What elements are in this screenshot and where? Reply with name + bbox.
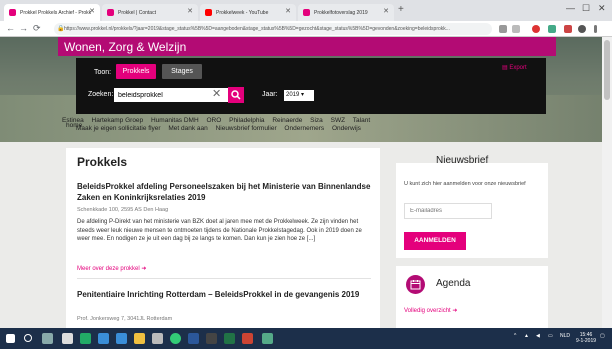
prokkel-favicon-icon [9,9,16,16]
search-label: Zoeken: [88,91,114,98]
star-icon[interactable] [512,25,520,33]
volume-icon[interactable]: ◀ [536,333,540,339]
nav-link[interactable]: Nieuwsbrief formulier [216,125,277,132]
language-indicator[interactable]: NLD [560,333,570,339]
export-icon: ▤ [502,65,508,71]
clock[interactable]: 15:46 9-1-2019 [576,332,596,344]
ie-icon[interactable] [116,333,127,344]
org-link[interactable]: SWZ [331,117,345,124]
tray-arrow-icon[interactable]: ^ [514,333,516,339]
windows-start-icon[interactable] [6,334,15,343]
organisation-links: Estinea Hartekamp Groep Humanitas DMH OR… [62,117,502,133]
calculator-icon[interactable] [62,333,73,344]
read-more-link[interactable]: Meer over deze prokkel ➜ [77,265,146,272]
search-icon [231,90,241,100]
agenda-overview-link[interactable]: Volledig overzicht ➜ [404,307,457,314]
extension-icon[interactable] [548,25,556,33]
post-title[interactable]: BeleidsProkkel afdeling Personeelszaken … [77,181,373,203]
prokkel-favicon-icon [107,9,114,16]
post-body: De afdeling P-Direkt van het ministerie … [77,219,362,242]
divider [77,278,371,279]
toon-label: Toon: [94,69,112,76]
back-icon[interactable]: ← [6,23,15,33]
newsletter-title: Nieuwsbrief [436,155,489,166]
nav-link[interactable]: Ondernemers [284,125,324,132]
org-link[interactable]: Talant [353,117,370,124]
org-link[interactable]: Hartekamp Groep [92,117,144,124]
search-icon[interactable] [24,334,32,342]
app-icon[interactable] [80,333,91,344]
chrome-icon[interactable] [170,333,181,344]
browser-tab[interactable]: Prokkel Prokkels Archief - Prokk ✕ [4,4,100,21]
year-select[interactable]: 2019 ▾ [284,90,314,101]
close-tab-icon[interactable]: ✕ [285,7,291,15]
newsletter-text: U kunt zich hier aanmelden voor onze nie… [404,181,526,187]
nav-link[interactable]: Met dank aan [168,125,207,132]
prokkel-favicon-icon [303,9,310,16]
email-field[interactable] [404,203,492,219]
nav-link[interactable]: Maak je eigen sollicitatie flyer [76,125,161,132]
year-label: Jaar: [262,91,278,98]
app-icon[interactable] [262,333,273,344]
export-link[interactable]: ▤ Export [502,64,527,71]
browser-tab[interactable]: Prokkelweek - YouTube ✕ [200,4,296,21]
notification-icon[interactable]: ▢ [600,333,605,339]
address-bar[interactable]: 🔒 https://www.prokkel.nl/prokkels/?jaar=… [54,23,492,35]
page-title: Prokkels [77,155,128,169]
new-tab-icon[interactable]: + [398,4,404,15]
maximize-icon[interactable]: ☐ [582,3,590,14]
minimize-icon[interactable]: — [566,3,575,13]
search-button[interactable] [228,87,244,103]
excel-icon[interactable] [224,333,235,344]
edge-icon[interactable] [98,333,109,344]
battery-icon[interactable]: ▭ [548,333,553,339]
close-window-icon[interactable]: ✕ [598,3,606,14]
close-tab-icon[interactable]: ✕ [383,7,389,15]
browser-toolbar: ← → ⟳ 🔒 https://www.prokkel.nl/prokkels/… [0,21,612,37]
post-address: Schenkkade 100, 2595 AS Den Haag [77,207,169,213]
toggle-stages-button[interactable]: Stages [162,64,202,79]
subscribe-button[interactable]: AANMELDEN [404,232,466,250]
close-tab-icon[interactable]: ✕ [89,7,95,15]
org-link[interactable]: Reinaerde [272,117,302,124]
forward-icon[interactable]: → [19,23,28,33]
youtube-favicon-icon [205,9,212,16]
org-link[interactable]: Humanitas DMH [151,117,199,124]
reload-icon[interactable]: ⟳ [33,23,41,34]
task-view-icon[interactable] [42,333,53,344]
agenda-title: Agenda [436,278,471,289]
org-link[interactable]: Philadelphia [229,117,264,124]
windows-taskbar: ^ ▲ ◀ ▭ NLD 15:46 9-1-2019 ▢ [0,328,612,349]
app-icon[interactable] [152,333,163,344]
post-address: Prof. Jonkersweg 7, 3041JL Rotterdam [77,316,173,322]
site-title[interactable]: Wonen, Zorg & Welzijn [64,40,186,54]
org-link[interactable]: Siza [310,117,323,124]
app-icon[interactable] [206,333,217,344]
network-icon[interactable]: ▲ [524,333,529,339]
clear-search-icon[interactable]: ✕ [212,88,221,101]
file-explorer-icon[interactable] [134,333,145,344]
extension-icon[interactable] [564,25,572,33]
browser-tab[interactable]: Prokkel | Contact ✕ [102,4,198,21]
nav-link[interactable]: Onderwijs [332,125,361,132]
browser-tab[interactable]: Prokkelfotoverslag 2019 ✕ [298,4,394,21]
browser-tabstrip: Prokkel Prokkels Archief - Prokk ✕ Prokk… [0,0,612,21]
powerpoint-icon[interactable] [242,333,253,344]
search-input[interactable] [114,88,228,102]
home-link[interactable]: home [66,122,82,129]
post-title[interactable]: Penitentiaire Inrichting Rotterdam – Bel… [77,289,373,300]
extension-icon[interactable] [532,25,540,33]
word-icon[interactable] [188,333,199,344]
lock-icon: 🔒 [57,26,65,32]
scrollbar-thumb[interactable] [604,40,610,100]
toggle-prokkels-button[interactable]: Prokkels [116,64,156,79]
search-icon[interactable] [499,25,507,33]
close-tab-icon[interactable]: ✕ [187,7,193,15]
profile-icon[interactable] [578,25,586,33]
calendar-icon [406,275,425,294]
org-link[interactable]: ORO [206,117,221,124]
menu-icon[interactable] [594,25,597,33]
